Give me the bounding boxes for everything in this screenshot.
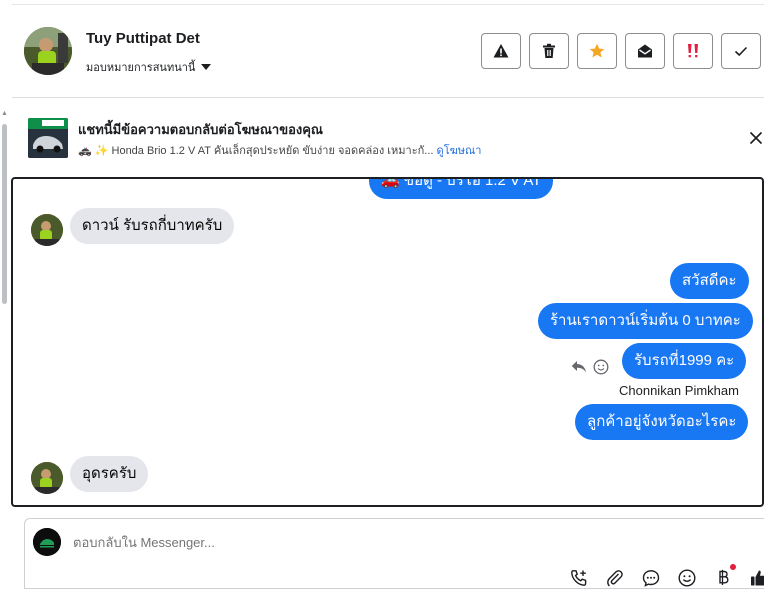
warning-icon bbox=[493, 44, 509, 58]
call-button[interactable] bbox=[568, 567, 590, 589]
report-button[interactable] bbox=[481, 33, 521, 69]
message-composer bbox=[24, 518, 764, 589]
mark-unread-button[interactable] bbox=[625, 33, 665, 69]
message-bubble-outgoing[interactable]: ลูกค้าอยู่จังหวัดอะไรคะ bbox=[575, 404, 749, 440]
saved-replies-button[interactable] bbox=[640, 567, 662, 589]
phone-plus-icon bbox=[571, 570, 587, 586]
thumbs-up-icon bbox=[751, 570, 764, 586]
reply-icon[interactable] bbox=[571, 360, 587, 374]
ad-reply-banner: แชทนี้มีข้อความตอบกลับต่อโฆษณาของคุณ 🚓 ✨… bbox=[12, 98, 764, 177]
composer-toolbar bbox=[568, 564, 764, 589]
message-thread[interactable]: 🚗 ขอดู - บริโอ 1.2 V AT ดาวน์ รับรถกี่บา… bbox=[11, 177, 764, 507]
page-avatar bbox=[33, 528, 61, 556]
message-bubble-incoming[interactable]: ดาวน์ รับรถกี่บาทครับ bbox=[70, 208, 235, 244]
message-bubble-outgoing[interactable]: 🚗 ขอดู - บริโอ 1.2 V AT bbox=[369, 179, 554, 199]
emoji-button[interactable] bbox=[676, 567, 698, 589]
message-bubble-outgoing[interactable]: รับรถที่1999 คะ bbox=[622, 343, 747, 379]
view-ad-link[interactable]: ดูโฆษณา bbox=[437, 145, 482, 157]
ad-thumbnail[interactable] bbox=[28, 118, 68, 158]
paperclip-icon bbox=[607, 570, 623, 587]
emoji-icon bbox=[678, 569, 696, 587]
chevron-down-icon bbox=[201, 64, 212, 70]
priority-button[interactable] bbox=[673, 33, 713, 69]
check-icon bbox=[734, 46, 748, 57]
contact-name[interactable]: Tuy Puttipat Det bbox=[86, 30, 200, 47]
trash-icon bbox=[543, 43, 555, 58]
attach-button[interactable] bbox=[604, 567, 626, 589]
priority-icon bbox=[688, 44, 698, 58]
header-actions bbox=[481, 33, 761, 69]
star-button[interactable] bbox=[577, 33, 617, 69]
messenger-conversation-page: ▲ Tuy Puttipat Det มอบหมายการสนทนานี้ แช… bbox=[0, 0, 764, 589]
star-icon bbox=[589, 43, 605, 58]
mark-done-button[interactable] bbox=[721, 33, 761, 69]
contact-avatar[interactable] bbox=[31, 462, 63, 494]
assign-label: มอบหมายการสนทนานี้ bbox=[86, 62, 196, 74]
payment-button[interactable] bbox=[712, 564, 736, 589]
chat-bubble-icon bbox=[642, 570, 660, 587]
user-avatar[interactable] bbox=[24, 27, 72, 75]
contact-avatar[interactable] bbox=[31, 214, 63, 246]
sender-name: Chonnikan Pimkham bbox=[619, 383, 739, 398]
ad-banner-title: แชทนี้มีข้อความตอบกลับต่อโฆษณาของคุณ bbox=[78, 122, 323, 137]
delete-button[interactable] bbox=[529, 33, 569, 69]
like-button[interactable] bbox=[748, 567, 764, 589]
message-bubble-incoming[interactable]: อุดรครับ bbox=[70, 456, 149, 492]
scroll-up-arrow-icon[interactable]: ▲ bbox=[1, 110, 8, 118]
message-hover-tools bbox=[571, 359, 609, 375]
message-bubble-outgoing[interactable]: สวัสดีคะ bbox=[670, 263, 749, 299]
conversation-header: Tuy Puttipat Det มอบหมายการสนทนานี้ bbox=[12, 4, 764, 98]
envelope-open-icon bbox=[638, 44, 652, 58]
assign-conversation-dropdown[interactable]: มอบหมายการสนทนานี้ bbox=[86, 58, 212, 76]
scrollbar-thumb[interactable] bbox=[2, 124, 7, 304]
baht-currency-icon bbox=[719, 569, 729, 585]
ad-description-text: 🚓 ✨ Honda Brio 1.2 V AT คันเล็กสุดประหยั… bbox=[78, 145, 434, 157]
close-banner-button[interactable] bbox=[746, 128, 764, 148]
ad-banner-description: 🚓 ✨ Honda Brio 1.2 V AT คันเล็กสุดประหยั… bbox=[78, 141, 481, 159]
notification-dot bbox=[730, 564, 736, 570]
react-emoji-icon[interactable] bbox=[593, 359, 609, 375]
reply-input[interactable] bbox=[73, 535, 673, 550]
page-scrollbar[interactable]: ▲ bbox=[0, 110, 9, 589]
message-bubble-outgoing[interactable]: ร้านเราดาวน์เริ่มต้น 0 บาทคะ bbox=[538, 303, 753, 339]
close-icon bbox=[749, 131, 763, 145]
